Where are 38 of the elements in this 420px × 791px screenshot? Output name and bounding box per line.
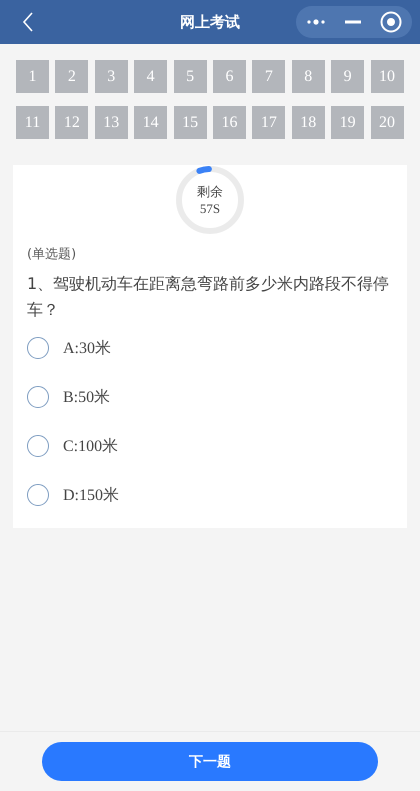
radio-button[interactable]: [27, 484, 49, 506]
question-number[interactable]: 7: [252, 60, 286, 93]
question-number[interactable]: 8: [292, 60, 325, 93]
question-number[interactable]: 16: [212, 106, 246, 139]
question-number[interactable]: 2: [55, 60, 88, 93]
question-number[interactable]: 6: [212, 60, 246, 93]
next-button[interactable]: 下一题: [42, 742, 378, 781]
question-type: (单选题): [27, 246, 78, 263]
timer-label: 剩余: [197, 184, 223, 201]
question-number[interactable]: 3: [94, 60, 128, 93]
question-number[interactable]: 13: [94, 106, 128, 139]
option-label[interactable]: B:50米: [63, 386, 110, 408]
question-text: 1、驾驶机动车在距离急弯路前多少米内路段不得停车？: [27, 273, 390, 321]
option-label[interactable]: A:30米: [63, 338, 111, 358]
question-number[interactable]: 4: [134, 60, 168, 93]
question-number[interactable]: 9: [331, 60, 364, 93]
page-title: 网上考试: [180, 12, 240, 32]
close-icon[interactable]: [380, 11, 402, 33]
radio-button[interactable]: [27, 386, 49, 408]
radio-button[interactable]: [27, 435, 49, 457]
back-icon[interactable]: [22, 12, 34, 32]
question-number[interactable]: 11: [16, 106, 49, 139]
timer-value: 57S: [200, 201, 220, 217]
option-label[interactable]: C:100米: [63, 436, 118, 456]
question-number[interactable]: 17: [252, 106, 286, 139]
question-number[interactable]: 20: [370, 106, 404, 139]
question-number[interactable]: 12: [55, 106, 88, 139]
minimize-icon[interactable]: [344, 20, 361, 24]
more-icon[interactable]: [306, 18, 326, 26]
question-number[interactable]: 10: [370, 60, 404, 93]
question-number[interactable]: 5: [174, 60, 207, 93]
question-number[interactable]: 1: [16, 60, 49, 93]
question-number[interactable]: 19: [331, 106, 364, 139]
option-label[interactable]: D:150米: [63, 484, 119, 506]
question-number[interactable]: 18: [292, 106, 325, 139]
radio-button[interactable]: [27, 337, 49, 359]
question-number[interactable]: 14: [134, 106, 168, 139]
question-number[interactable]: 15: [174, 106, 207, 139]
